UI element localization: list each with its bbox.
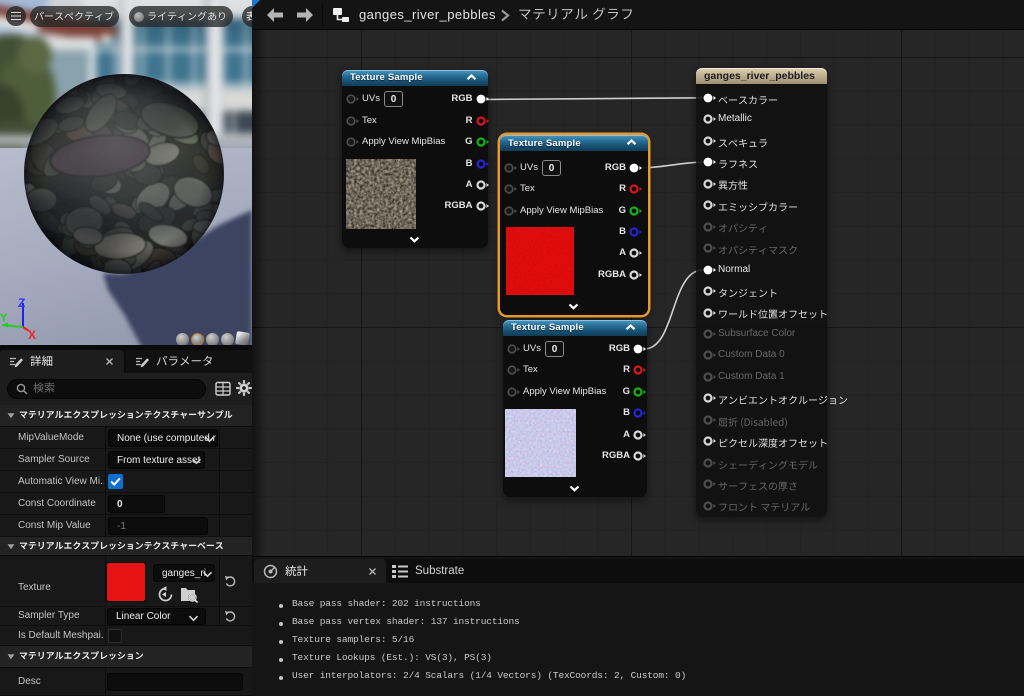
svg-text:Y: Y xyxy=(0,312,8,324)
svg-text:X: X xyxy=(28,328,36,340)
svg-text:Z: Z xyxy=(18,296,25,310)
